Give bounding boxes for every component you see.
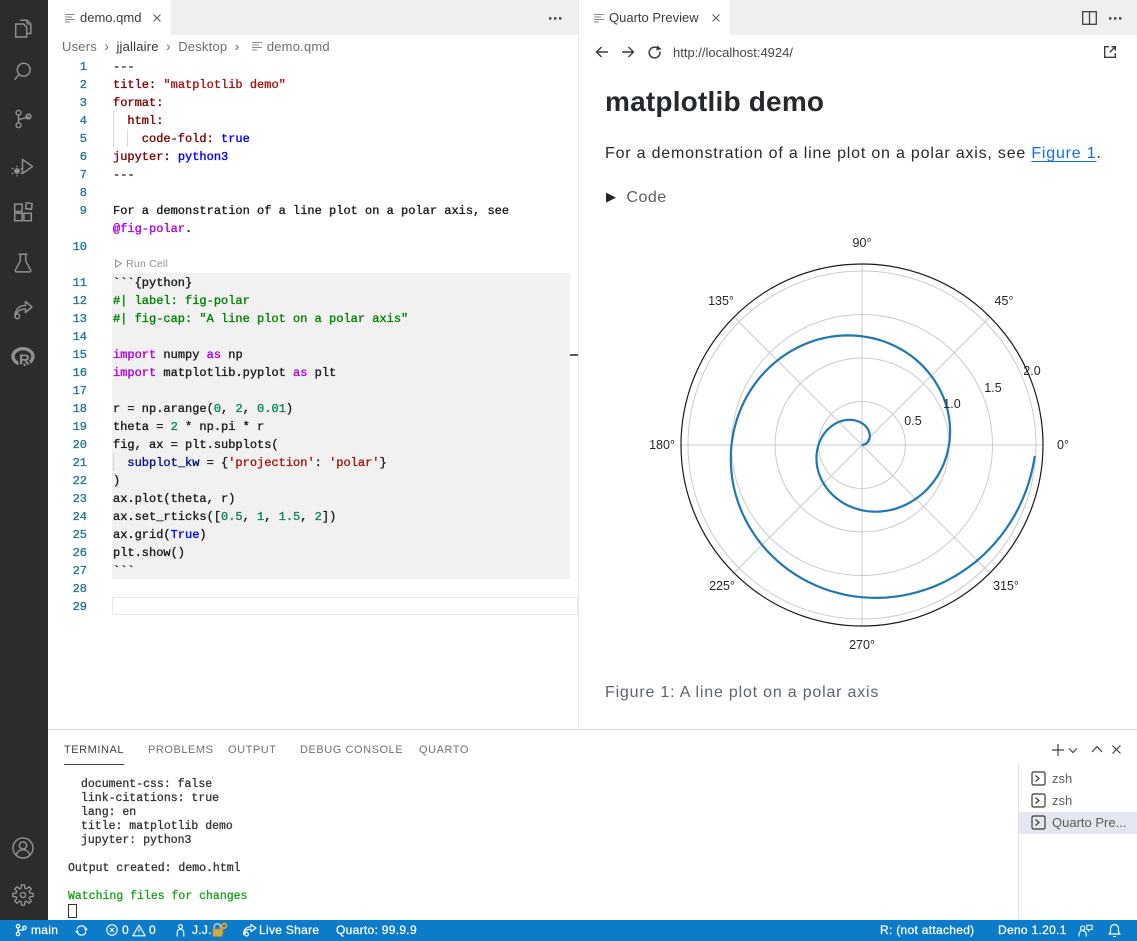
svg-text:0°: 0° (1057, 438, 1069, 452)
svg-text:1.5: 1.5 (984, 381, 1001, 395)
svg-text:135°: 135° (708, 294, 734, 308)
svg-text:1.0: 1.0 (943, 397, 960, 411)
svg-text:270°: 270° (849, 638, 875, 652)
svg-text:2.0: 2.0 (1023, 364, 1040, 378)
svg-text:45°: 45° (995, 294, 1014, 308)
svg-text:90°: 90° (853, 236, 872, 250)
svg-text:180°: 180° (649, 438, 675, 452)
svg-text:R: R (19, 352, 30, 369)
svg-text:225°: 225° (709, 579, 735, 593)
svg-text:0.5: 0.5 (904, 414, 921, 428)
svg-text:315°: 315° (993, 579, 1019, 593)
